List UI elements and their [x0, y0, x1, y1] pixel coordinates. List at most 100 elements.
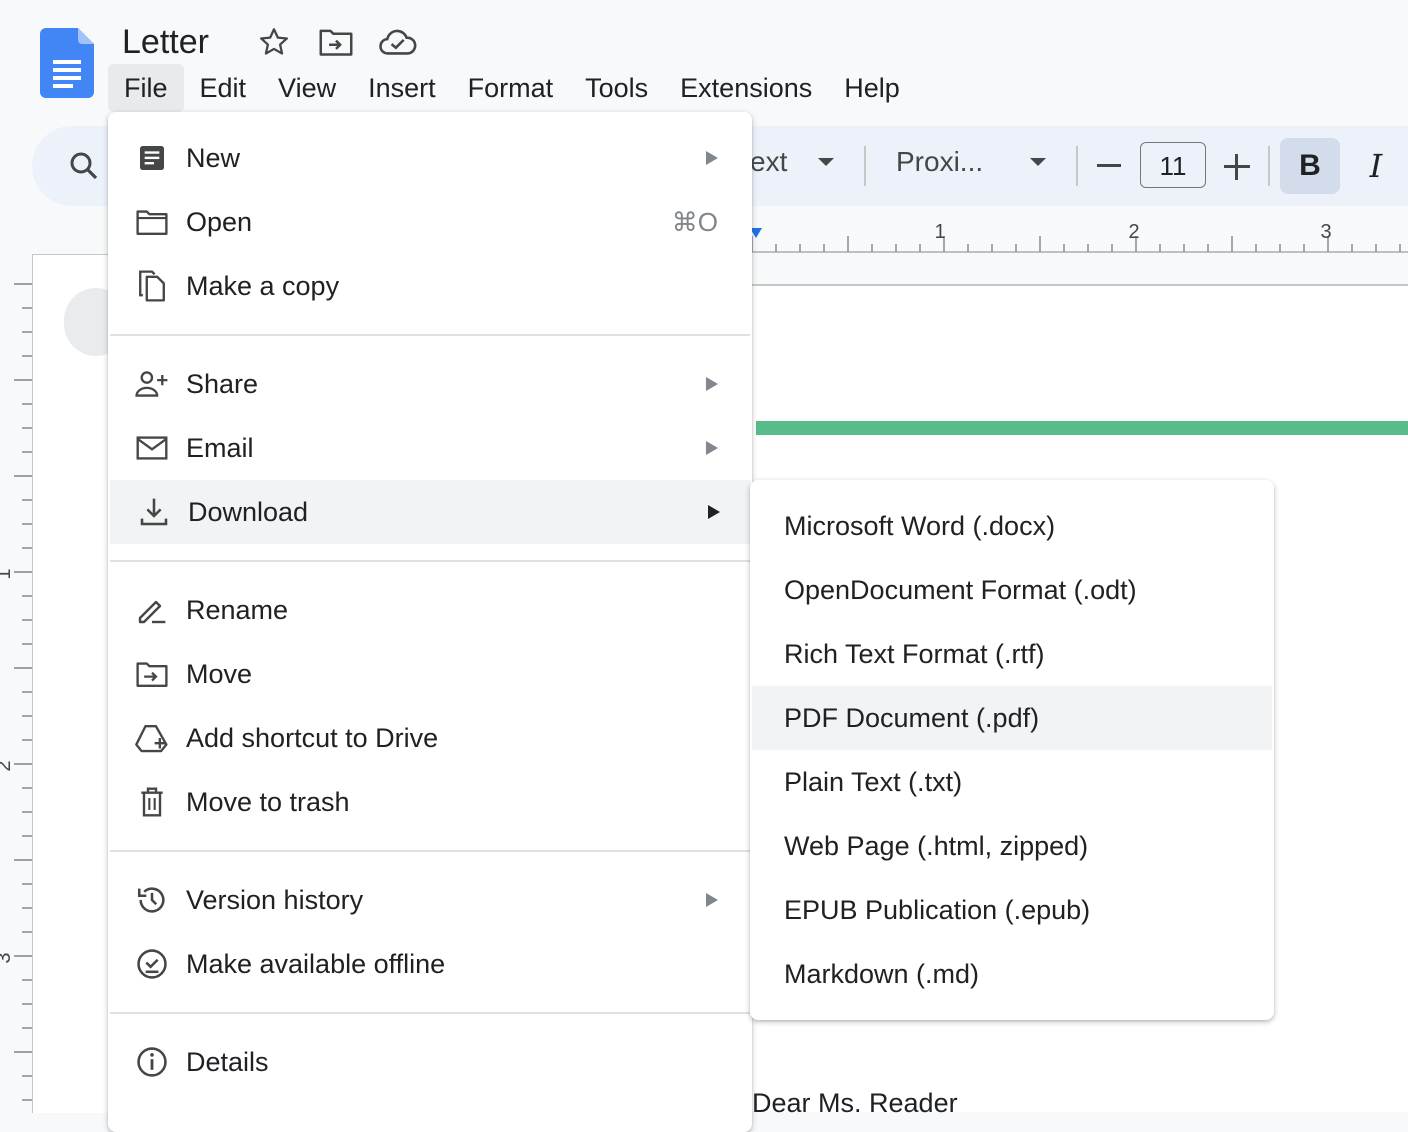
font-size-input[interactable]: 11 — [1140, 142, 1206, 188]
menu-item-label: Version history — [186, 884, 364, 915]
menu-item-new[interactable]: New — [108, 126, 752, 190]
download-option-md[interactable]: Markdown (.md) — [750, 942, 1274, 1006]
menu-divider — [110, 560, 750, 562]
shortcut-text: ⌘O — [671, 206, 718, 237]
menu-insert[interactable]: Insert — [352, 64, 452, 112]
menu-item-label: New — [186, 142, 241, 173]
submenu-item-label: Web Page (.html, zipped) — [784, 830, 1089, 861]
offline-icon — [134, 946, 170, 982]
font-family-dropdown[interactable]: Proxi... — [896, 146, 983, 178]
menu-item-label: Rename — [186, 594, 289, 625]
copy-icon — [134, 268, 170, 304]
decrease-font-size-icon[interactable] — [1097, 164, 1121, 167]
document-title[interactable]: Letter — [122, 20, 209, 64]
bold-button[interactable]: B — [1280, 138, 1340, 194]
menu-edit[interactable]: Edit — [184, 64, 263, 112]
menu-tools[interactable]: Tools — [569, 64, 664, 112]
download-option-docx[interactable]: Microsoft Word (.docx) — [750, 494, 1274, 558]
submenu-item-label: EPUB Publication (.epub) — [784, 894, 1091, 925]
vertical-ruler[interactable]: 1 2 3 — [0, 254, 34, 1112]
menu-extensions[interactable]: Extensions — [664, 64, 828, 112]
download-option-html[interactable]: Web Page (.html, zipped) — [750, 814, 1274, 878]
download-option-odt[interactable]: OpenDocument Format (.odt) — [750, 558, 1274, 622]
document-body-text[interactable]: Dear Ms. Reader — [752, 1088, 958, 1119]
move-folder-icon — [134, 656, 170, 692]
menu-item-email[interactable]: Email — [108, 416, 752, 480]
menu-item-open[interactable]: Open ⌘O — [108, 190, 752, 254]
menu-bar: File Edit View Insert Format Tools Exten… — [108, 64, 916, 112]
menu-divider — [110, 1012, 750, 1014]
rename-icon — [134, 592, 170, 628]
menu-item-move[interactable]: Move — [108, 642, 752, 706]
submenu-arrow-icon — [706, 893, 718, 907]
toolbar-divider — [864, 146, 866, 186]
ruler-label: 3 — [0, 952, 15, 963]
menu-item-move-to-trash[interactable]: Move to trash — [108, 770, 752, 834]
menu-item-label: Open — [186, 206, 253, 237]
menu-item-label: Make available offline — [186, 948, 446, 979]
menu-item-label: Add shortcut to Drive — [186, 722, 439, 753]
new-doc-icon — [134, 140, 170, 176]
submenu-item-label: Plain Text (.txt) — [784, 766, 963, 797]
download-submenu: Microsoft Word (.docx) OpenDocument Form… — [750, 480, 1274, 1020]
submenu-item-label: OpenDocument Format (.odt) — [784, 574, 1137, 605]
download-option-pdf[interactable]: PDF Document (.pdf) — [752, 686, 1272, 750]
paragraph-style-dropdown[interactable]: ext — [750, 146, 787, 178]
submenu-item-label: Markdown (.md) — [784, 958, 980, 989]
chevron-down-icon[interactable] — [1030, 158, 1046, 166]
star-icon[interactable] — [252, 24, 296, 60]
history-icon — [134, 882, 170, 918]
menu-item-label: Make a copy — [186, 270, 340, 301]
toolbar-divider — [1076, 146, 1078, 186]
green-header-bar — [756, 421, 1408, 435]
email-icon — [134, 430, 170, 466]
menu-help[interactable]: Help — [828, 64, 916, 112]
submenu-item-label: Microsoft Word (.docx) — [784, 510, 1056, 541]
menu-divider — [110, 334, 750, 336]
menu-view[interactable]: View — [262, 64, 352, 112]
chevron-down-icon[interactable] — [818, 158, 834, 166]
file-menu: New Open ⌘O Make a copy Share Email Down… — [108, 112, 752, 1132]
download-option-txt[interactable]: Plain Text (.txt) — [750, 750, 1274, 814]
menu-item-make-available-offline[interactable]: Make available offline — [108, 932, 752, 996]
search-icon[interactable] — [66, 148, 102, 184]
drive-shortcut-icon — [134, 720, 170, 756]
menu-item-download[interactable]: Download — [110, 480, 750, 544]
toolbar-divider — [1268, 146, 1270, 186]
ruler-label: 2 — [1128, 221, 1139, 243]
menu-item-make-a-copy[interactable]: Make a copy — [108, 254, 752, 318]
download-icon — [136, 494, 172, 530]
menu-item-add-shortcut-to-drive[interactable]: Add shortcut to Drive — [108, 706, 752, 770]
docs-logo-icon[interactable] — [40, 28, 94, 98]
menu-item-details[interactable]: Details — [108, 1030, 752, 1094]
submenu-arrow-icon — [706, 377, 718, 391]
menu-item-rename[interactable]: Rename — [108, 578, 752, 642]
submenu-arrow-icon — [706, 441, 718, 455]
download-option-epub[interactable]: EPUB Publication (.epub) — [750, 878, 1274, 942]
horizontal-ruler[interactable]: 1 2 3 — [750, 218, 1408, 258]
menu-format[interactable]: Format — [452, 64, 570, 112]
increase-font-size-icon[interactable] — [1224, 154, 1250, 180]
download-option-rtf[interactable]: Rich Text Format (.rtf) — [750, 622, 1274, 686]
ruler-label: 1 — [934, 221, 945, 243]
move-folder-icon[interactable] — [314, 24, 358, 60]
cloud-saved-icon[interactable] — [376, 24, 420, 60]
menu-item-label: Details — [186, 1046, 269, 1077]
menu-item-label: Share — [186, 368, 259, 399]
trash-icon — [134, 784, 170, 820]
ruler-label: 1 — [0, 568, 15, 579]
menu-item-version-history[interactable]: Version history — [108, 868, 752, 932]
menu-item-share[interactable]: Share — [108, 352, 752, 416]
page-left-edge — [32, 254, 109, 1113]
submenu-arrow-icon — [706, 151, 718, 165]
ruler-label: 2 — [0, 760, 15, 771]
menu-file[interactable]: File — [108, 64, 184, 112]
submenu-item-label: Rich Text Format (.rtf) — [784, 638, 1045, 669]
menu-item-label: Download — [188, 496, 309, 527]
submenu-arrow-icon — [708, 505, 720, 519]
menu-divider — [110, 850, 750, 852]
menu-item-label: Email — [186, 432, 254, 463]
info-icon — [134, 1044, 170, 1080]
share-person-icon — [134, 366, 170, 402]
italic-button[interactable]: I — [1356, 138, 1396, 194]
